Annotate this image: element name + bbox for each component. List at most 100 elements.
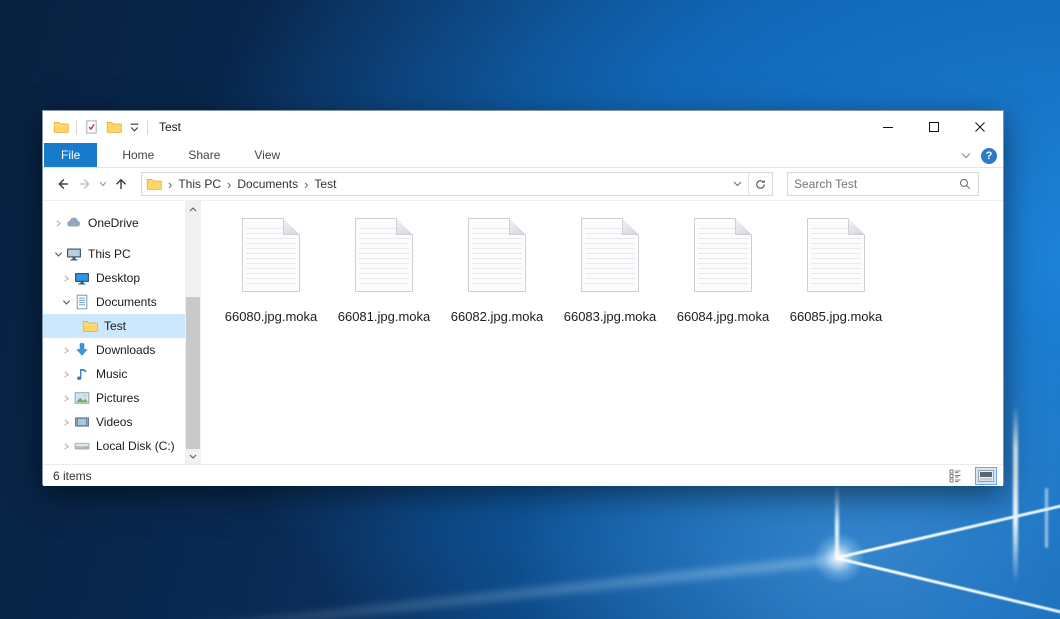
wallpaper-light-beam (838, 504, 1060, 559)
sidebar-item-label: Downloads (96, 343, 155, 357)
file-name: 66084.jpg.moka (677, 309, 770, 324)
sidebar-item-label: Test (104, 319, 126, 333)
sidebar-item-videos[interactable]: Videos (43, 410, 185, 434)
wallpaper-light-beam (1045, 488, 1048, 548)
breadcrumb-test[interactable]: Test (314, 177, 336, 191)
file-item[interactable]: 66083.jpg.moka (558, 218, 662, 324)
sidebar-item-label: This PC (88, 247, 131, 261)
address-dropdown-chevron-icon[interactable] (726, 173, 748, 195)
expander-collapsed-icon[interactable] (59, 418, 73, 427)
large-icons-view-button[interactable] (975, 467, 997, 485)
downloads-icon (73, 342, 91, 358)
breadcrumb-separator: › (162, 177, 178, 192)
new-folder-button[interactable] (106, 119, 122, 135)
desktop-wallpaper: Test File Home Share View (0, 0, 1060, 619)
sidebar-item-test[interactable]: Test (43, 314, 185, 338)
view-toggle-buttons (947, 467, 997, 485)
tab-share[interactable]: Share (175, 143, 233, 167)
sidebar-item-documents[interactable]: Documents (43, 290, 185, 314)
expander-collapsed-icon[interactable] (59, 274, 73, 283)
this-pc-icon (65, 246, 83, 262)
caption-buttons (865, 111, 1003, 143)
desktop-icon (73, 270, 91, 286)
quick-access-toolbar: Test (43, 119, 181, 135)
sidebar-item-onedrive[interactable]: OneDrive (43, 211, 185, 235)
sidebar-item-label: Desktop (96, 271, 140, 285)
window-body: OneDrive This PC Desktop Documents (43, 201, 1003, 464)
sidebar-item-label: Documents (96, 295, 157, 309)
sidebar-scrollbar[interactable] (185, 201, 201, 464)
address-bar-row: › This PC › Documents › Test (43, 168, 1003, 201)
status-bar: 6 items (43, 464, 1003, 486)
wallpaper-light-beam (0, 554, 845, 619)
forward-button[interactable] (77, 176, 93, 192)
maximize-button[interactable] (911, 111, 957, 143)
customize-quick-access-button[interactable] (129, 122, 140, 133)
file-explorer-window: Test File Home Share View (42, 110, 1004, 485)
tab-view[interactable]: View (241, 143, 293, 167)
file-name: 66081.jpg.moka (338, 309, 431, 324)
ribbon-tab-bar: File Home Share View ? (43, 143, 1003, 168)
sidebar-item-this-pc[interactable]: This PC (43, 242, 185, 266)
back-button[interactable] (55, 176, 71, 192)
onedrive-cloud-icon (65, 215, 83, 231)
close-button[interactable] (957, 111, 1003, 143)
address-bar-controls (726, 173, 772, 195)
breadcrumb-documents[interactable]: Documents (237, 177, 298, 191)
music-icon (73, 366, 91, 382)
address-bar[interactable]: › This PC › Documents › Test (141, 172, 773, 196)
sidebar-item-label: Music (96, 367, 127, 381)
file-icon (581, 218, 639, 292)
expander-collapsed-icon[interactable] (59, 442, 73, 451)
tab-file[interactable]: File (44, 143, 97, 167)
minimize-button[interactable] (865, 111, 911, 143)
sidebar-item-label: Pictures (96, 391, 139, 405)
file-item[interactable]: 66080.jpg.moka (219, 218, 323, 324)
file-icon (242, 218, 300, 292)
wallpaper-light-beam (1013, 405, 1018, 583)
file-icon (807, 218, 865, 292)
file-item[interactable]: 66081.jpg.moka (332, 218, 436, 324)
sidebar-item-downloads[interactable]: Downloads (43, 338, 185, 362)
file-item[interactable]: 66085.jpg.moka (784, 218, 888, 324)
wallpaper-light-beam (838, 557, 1060, 614)
search-input[interactable] (794, 177, 958, 191)
up-button[interactable] (113, 176, 129, 192)
toolbar-separator (76, 120, 77, 135)
file-icon (468, 218, 526, 292)
sidebar-item-local-disk-c[interactable]: Local Disk (C:) (43, 434, 185, 458)
toolbar-separator (147, 120, 148, 135)
file-name: 66080.jpg.moka (225, 309, 318, 324)
scroll-down-icon[interactable] (185, 448, 201, 464)
sidebar-item-label: OneDrive (88, 216, 139, 230)
expand-ribbon-chevron-icon[interactable] (961, 152, 971, 159)
details-view-button[interactable] (947, 467, 969, 485)
tab-home[interactable]: Home (109, 143, 167, 167)
sidebar-item-music[interactable]: Music (43, 362, 185, 386)
expander-expanded-icon[interactable] (51, 251, 65, 258)
properties-button[interactable] (84, 119, 99, 135)
documents-icon (73, 294, 91, 310)
expander-collapsed-icon[interactable] (51, 219, 65, 228)
file-name: 66085.jpg.moka (790, 309, 883, 324)
file-icon (355, 218, 413, 292)
sidebar-item-pictures[interactable]: Pictures (43, 386, 185, 410)
breadcrumb-this-pc[interactable]: This PC (178, 177, 221, 191)
expander-collapsed-icon[interactable] (59, 394, 73, 403)
recent-locations-chevron-icon[interactable] (99, 181, 107, 187)
sidebar-item-desktop[interactable]: Desktop (43, 266, 185, 290)
scroll-up-icon[interactable] (185, 201, 201, 217)
search-icon[interactable] (958, 177, 972, 191)
file-list-area[interactable]: 66080.jpg.moka 66081.jpg.moka 66082.jpg.… (201, 201, 1003, 464)
expander-expanded-icon[interactable] (59, 299, 73, 306)
navigation-pane: OneDrive This PC Desktop Documents (43, 201, 185, 464)
expander-collapsed-icon[interactable] (59, 346, 73, 355)
file-icon (694, 218, 752, 292)
file-item[interactable]: 66084.jpg.moka (671, 218, 775, 324)
file-item[interactable]: 66082.jpg.moka (445, 218, 549, 324)
file-name: 66083.jpg.moka (564, 309, 657, 324)
expander-collapsed-icon[interactable] (59, 370, 73, 379)
help-button[interactable]: ? (981, 148, 997, 164)
refresh-button[interactable] (748, 173, 772, 195)
scrollbar-thumb[interactable] (186, 297, 200, 449)
